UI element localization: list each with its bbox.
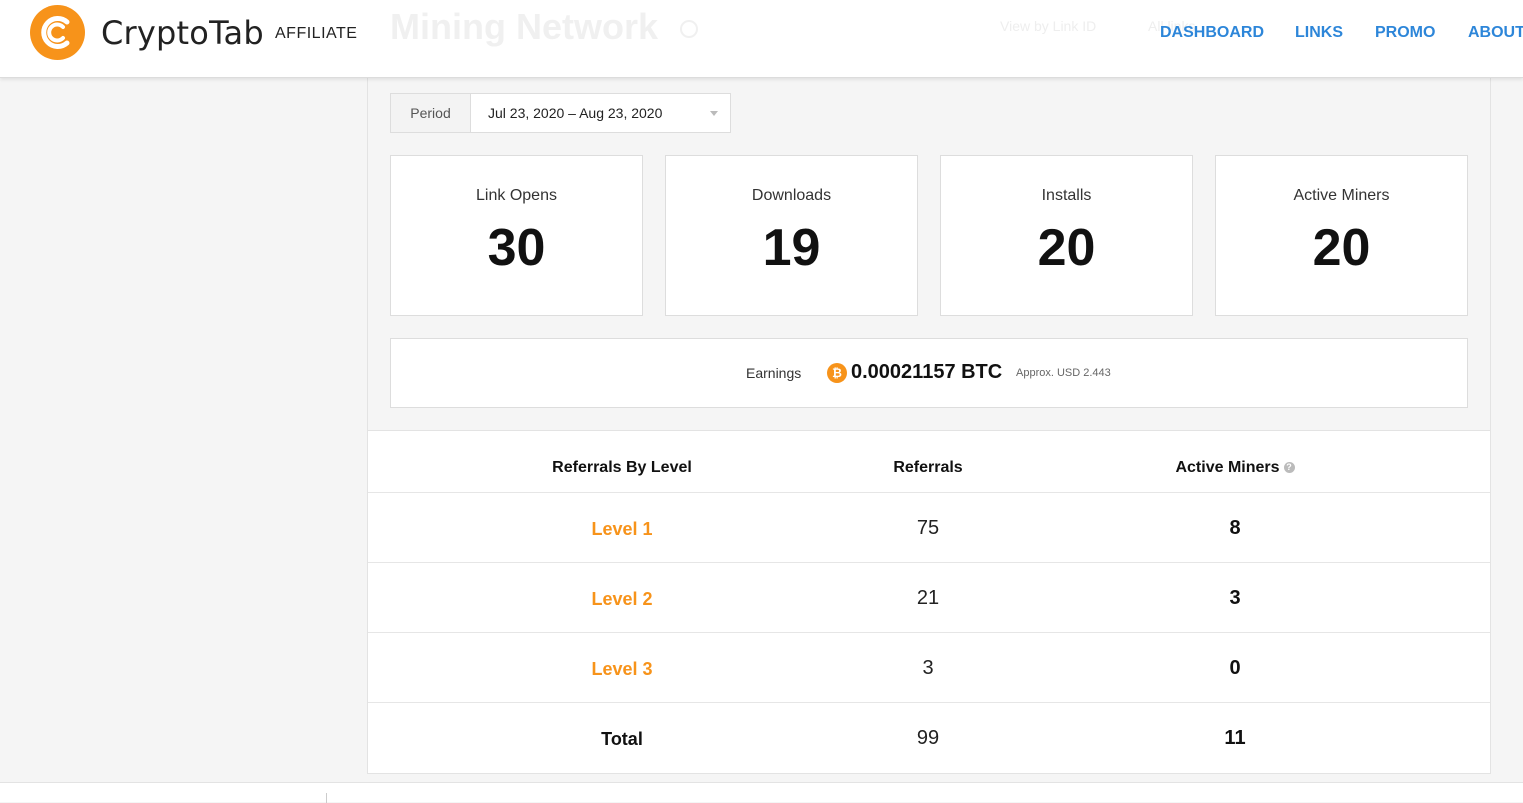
level-link[interactable]: Level 2 — [522, 589, 722, 610]
stat-card-downloads: Downloads 19 — [665, 155, 918, 316]
cryptotab-logo-icon[interactable] — [30, 5, 85, 60]
stat-card-installs: Installs 20 — [940, 155, 1193, 316]
table-header-row: Referrals By Level Referrals Active Mine… — [368, 431, 1490, 493]
earnings-value: 0.00021157 BTC — [851, 361, 1003, 383]
referrals-count: 21 — [916, 587, 940, 609]
active-miners-count: 8 — [1229, 517, 1241, 539]
top-header: CryptoTab AFFILIATE Mining Network View … — [0, 0, 1523, 78]
total-active-miners: 11 — [1224, 727, 1246, 749]
active-miners-count: 0 — [1229, 657, 1241, 679]
referrals-count: 3 — [922, 657, 934, 679]
view-by-link-id: View by Link ID — [1000, 18, 1097, 34]
table-row: Level 3 3 0 — [368, 633, 1490, 703]
help-icon[interactable]: ? — [1283, 462, 1295, 474]
stat-value: 19 — [762, 219, 821, 277]
level-link[interactable]: Level 1 — [522, 519, 722, 540]
stat-label: Downloads — [751, 187, 832, 204]
stat-label: Installs — [1041, 187, 1092, 204]
nav-promo[interactable]: PROMO — [1375, 24, 1435, 42]
stat-value: 20 — [1037, 219, 1096, 277]
stat-value: 20 — [1312, 219, 1371, 277]
referrals-count: 75 — [916, 517, 940, 539]
brand-name[interactable]: CryptoTab — [101, 14, 264, 52]
level-link[interactable]: Level 3 — [522, 659, 722, 680]
header-referrals: Referrals — [893, 459, 963, 476]
stat-label: Active Miners — [1293, 187, 1390, 204]
table-row: Level 2 21 3 — [368, 563, 1490, 633]
nav-links[interactable]: LINKS — [1295, 24, 1343, 42]
header-referrals-by-level: Referrals By Level — [552, 459, 692, 476]
chevron-down-icon[interactable] — [710, 111, 718, 116]
title-info-icon — [680, 20, 698, 38]
table-row: Level 1 75 8 — [368, 493, 1490, 563]
period-label: Period — [391, 94, 471, 132]
header-active-miners: Active Miners? — [1135, 459, 1335, 477]
period-selector[interactable]: Period Jul 23, 2020 – Aug 23, 2020 — [390, 93, 731, 133]
stat-label: Link Opens — [476, 187, 557, 204]
total-referrals: 99 — [916, 727, 940, 749]
brand-subtitle: AFFILIATE — [275, 25, 358, 42]
stat-card-active-miners: Active Miners 20 — [1215, 155, 1468, 316]
bitcoin-icon: ₿ — [827, 363, 847, 383]
footer — [0, 782, 1523, 803]
nav-about[interactable]: ABOUT — [1468, 24, 1523, 42]
total-label: Total — [601, 729, 643, 749]
period-value[interactable]: Jul 23, 2020 – Aug 23, 2020 — [488, 94, 662, 132]
header-active-miners-label: Active Miners — [1175, 459, 1280, 476]
nav-dashboard[interactable]: DASHBOARD — [1160, 24, 1264, 42]
earnings-usd-approx: Approx. USD 2.443 — [1016, 367, 1111, 379]
page-title: Mining Network — [390, 6, 658, 47]
referrals-table: Referrals By Level Referrals Active Mine… — [367, 430, 1491, 774]
stat-card-link-opens: Link Opens 30 — [390, 155, 643, 316]
table-total-row: Total 99 11 — [368, 703, 1490, 773]
stat-value: 30 — [487, 219, 546, 277]
active-miners-count: 3 — [1229, 587, 1241, 609]
earnings-label: Earnings — [746, 365, 802, 381]
earnings-panel: Earnings ₿ 0.00021157 BTC Approx. USD 2.… — [390, 338, 1468, 408]
